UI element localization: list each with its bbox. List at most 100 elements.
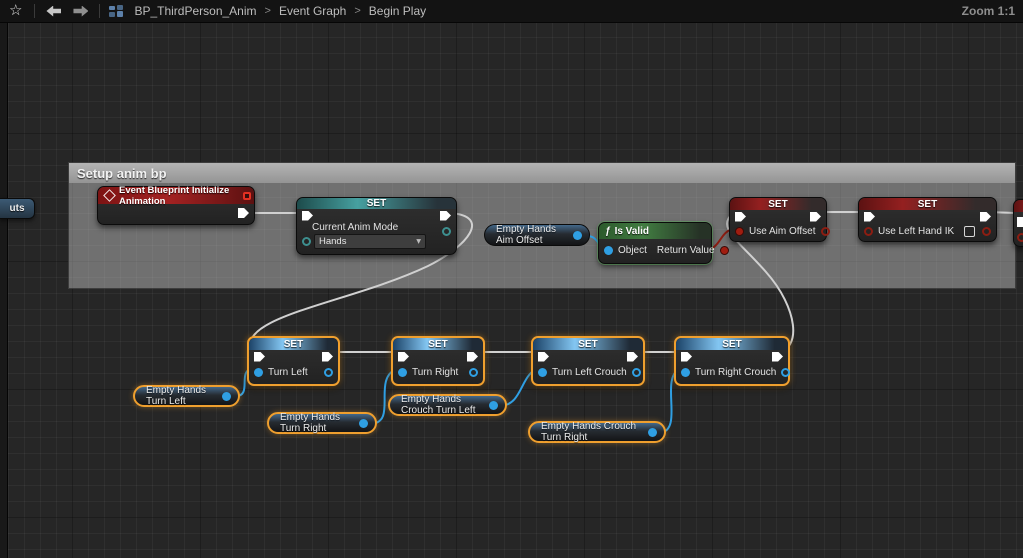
exec-out-pin[interactable] [772, 352, 783, 362]
exec-out-pin[interactable] [238, 208, 249, 218]
var-get-empty-hands-crouch-turn-left[interactable]: Empty Hands Crouch Turn Left [388, 394, 507, 416]
field-label: Use Left Hand IK [878, 226, 954, 237]
exec-out-pin[interactable] [440, 211, 451, 221]
var-label: Empty Hands Turn Right [280, 412, 353, 434]
var-get-empty-hands-turn-left[interactable]: Empty Hands Turn Left [133, 385, 240, 407]
set-node-title: SET [730, 198, 826, 210]
bool-out-pin[interactable] [982, 227, 991, 236]
object-out-pin[interactable] [489, 401, 498, 410]
exec-out-pin[interactable] [467, 352, 478, 362]
bool-value-checkbox[interactable] [964, 226, 975, 237]
is-valid-title: Is Valid [615, 226, 649, 237]
back-arrow-icon[interactable] [46, 6, 61, 17]
node-set-turn-left[interactable]: SET Turn Left [247, 336, 340, 386]
event-node-title: Event Blueprint Initialize Animation [119, 185, 237, 207]
field-label: Turn Left Crouch [552, 367, 627, 378]
var-label: Empty Hands Aim Offset [496, 224, 567, 246]
exec-in-pin[interactable] [254, 352, 265, 362]
forward-arrow-icon[interactable] [73, 6, 88, 17]
partial-node-header [1014, 200, 1023, 212]
comment-title[interactable]: Setup anim bp [69, 163, 1015, 183]
blueprint-editor-window: ☆ BP_ThirdPerson_Anim > Event Graph > Be… [0, 0, 1023, 558]
blueprint-asset-icon [109, 5, 123, 17]
anim-mode-out-pin[interactable] [442, 227, 451, 236]
set-node-title: SET [859, 198, 996, 210]
output-label: Return Value [657, 245, 715, 256]
var-get-empty-hands-turn-right[interactable]: Empty Hands Turn Right [267, 412, 377, 434]
delegate-pin[interactable] [243, 192, 251, 200]
return-value-pin[interactable] [720, 246, 729, 255]
input-label: Object [618, 245, 647, 256]
exec-out-pin[interactable] [322, 352, 333, 362]
set-node-title: SET [297, 198, 456, 209]
field-label: Turn Right Crouch [695, 367, 776, 378]
bool-in-pin[interactable] [1017, 233, 1023, 242]
object-in-pin[interactable] [604, 246, 613, 255]
exec-out-pin[interactable] [810, 212, 821, 222]
var-get-empty-hands-aim-offset[interactable]: Empty Hands Aim Offset [484, 224, 590, 246]
breadcrumb-separator: > [265, 5, 271, 17]
zoom-level-indicator: Zoom 1:1 [962, 0, 1015, 22]
anim-mode-in-pin[interactable] [302, 237, 311, 246]
exec-in-pin[interactable] [302, 211, 313, 221]
partial-node-right-edge[interactable] [1013, 199, 1023, 247]
exec-in-pin[interactable] [538, 352, 549, 362]
field-label: Turn Left [268, 367, 308, 378]
panel-splitter[interactable] [0, 22, 8, 558]
set-node-title: SET [533, 338, 643, 350]
event-diamond-icon [103, 189, 116, 202]
exec-in-pin[interactable] [1017, 217, 1023, 227]
exec-in-pin[interactable] [735, 212, 746, 222]
node-event-blueprint-initialize-animation[interactable]: Event Blueprint Initialize Animation [97, 186, 255, 225]
chevron-down-icon: ▾ [416, 236, 421, 247]
set-node-title: SET [249, 338, 338, 350]
bool-in-pin[interactable] [735, 227, 744, 236]
anim-mode-dropdown[interactable]: Hands ▾ [314, 234, 426, 249]
exec-in-pin[interactable] [864, 212, 875, 222]
bool-out-pin[interactable] [821, 227, 830, 236]
dropdown-value: Hands [319, 236, 346, 247]
graph-canvas[interactable] [0, 22, 1023, 558]
object-out-pin[interactable] [573, 231, 582, 240]
bool-in-pin[interactable] [864, 227, 873, 236]
toolbar-divider [34, 4, 35, 18]
object-out-pin[interactable] [359, 419, 368, 428]
object-in-pin[interactable] [254, 368, 263, 377]
field-label: Use Aim Offset [749, 226, 816, 237]
object-in-pin[interactable] [538, 368, 547, 377]
object-out-pin[interactable] [781, 368, 790, 377]
var-get-empty-hands-crouch-turn-right[interactable]: Empty Hands Crouch Turn Right [528, 421, 666, 443]
node-set-use-aim-offset[interactable]: SET Use Aim Offset [729, 197, 827, 242]
var-label: Empty Hands Turn Left [146, 385, 216, 407]
exec-in-pin[interactable] [398, 352, 409, 362]
object-out-pin[interactable] [222, 392, 231, 401]
breadcrumb-blueprint[interactable]: BP_ThirdPerson_Anim [134, 4, 256, 18]
pure-function-icon: ƒ [605, 226, 611, 237]
graph-toolbar: ☆ BP_ThirdPerson_Anim > Event Graph > Be… [0, 0, 1023, 23]
breadcrumb-begin-play[interactable]: Begin Play [369, 4, 426, 18]
node-set-turn-right-crouch[interactable]: SET Turn Right Crouch [674, 336, 790, 386]
object-out-pin[interactable] [324, 368, 333, 377]
field-label: Current Anim Mode [297, 222, 456, 233]
exec-out-pin[interactable] [980, 212, 991, 222]
object-out-pin[interactable] [469, 368, 478, 377]
node-set-turn-right[interactable]: SET Turn Right [391, 336, 485, 386]
exec-in-pin[interactable] [681, 352, 692, 362]
partial-node-left-edge[interactable]: uts [0, 198, 35, 219]
node-is-valid[interactable]: ƒ Is Valid Object Return Value [598, 222, 712, 264]
object-out-pin[interactable] [632, 368, 641, 377]
var-label: Empty Hands Crouch Turn Right [541, 421, 642, 443]
set-node-title: SET [676, 338, 788, 350]
favorite-star-icon[interactable]: ☆ [9, 0, 22, 22]
var-label: Empty Hands Crouch Turn Left [401, 394, 483, 416]
toolbar-divider [99, 4, 100, 18]
exec-out-pin[interactable] [627, 352, 638, 362]
field-label: Turn Right [412, 367, 458, 378]
node-set-current-anim-mode[interactable]: SET Current Anim Mode Hands ▾ [296, 197, 457, 255]
object-out-pin[interactable] [648, 428, 657, 437]
object-in-pin[interactable] [681, 368, 690, 377]
breadcrumb-event-graph[interactable]: Event Graph [279, 4, 346, 18]
object-in-pin[interactable] [398, 368, 407, 377]
node-set-turn-left-crouch[interactable]: SET Turn Left Crouch [531, 336, 645, 386]
node-set-use-left-hand-ik[interactable]: SET Use Left Hand IK [858, 197, 997, 242]
